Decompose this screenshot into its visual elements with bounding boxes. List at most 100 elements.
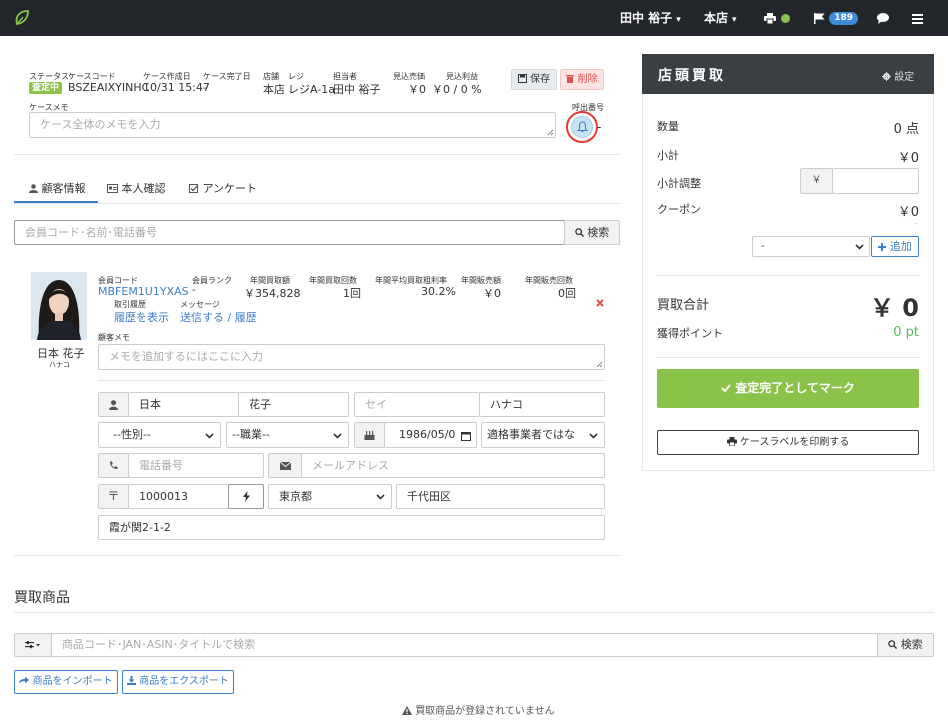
check-icon (721, 384, 731, 393)
item-search-button[interactable]: 検索 (877, 633, 934, 657)
message-links: 送信する / 履歴 (180, 311, 257, 324)
leaf-logo-icon[interactable] (14, 9, 30, 26)
hamburger-menu[interactable] (912, 0, 923, 36)
message-history-link[interactable]: 履歴 (235, 311, 257, 324)
subtotal-value: ￥0 (897, 151, 919, 166)
prefecture-select[interactable]: 東京都 (268, 484, 392, 509)
empty-items-message: 買取商品が登録されていません (402, 702, 555, 717)
item-filter-button[interactable] (14, 633, 52, 657)
coupon-value: ￥0 (897, 205, 919, 220)
save-button[interactable]: 保存 (511, 69, 557, 90)
divider (657, 357, 919, 358)
sidebar-title: 店頭買取 (658, 68, 726, 84)
call-bell-button[interactable] (571, 116, 593, 138)
sidebar-settings-button[interactable]: 設定 (882, 68, 914, 83)
menu-icon (912, 13, 923, 24)
annual-sales-count-value: 0回 (558, 287, 576, 300)
adjust-currency-addon: ￥ (800, 168, 833, 194)
tab-customer-info[interactable]: 顧客情報 (29, 180, 86, 196)
warning-icon (402, 706, 412, 715)
user-menu[interactable]: 田中 裕子 ▾ (620, 0, 681, 36)
store-menu[interactable]: 本店 ▾ (704, 0, 737, 36)
resize-handle-icon[interactable] (596, 361, 603, 368)
sliders-icon (25, 641, 40, 649)
last-name-input[interactable]: 日本 (128, 392, 239, 417)
case-completed-value: - (203, 81, 207, 94)
purchase-items-title: 買取商品 (14, 590, 70, 606)
first-kana-input[interactable]: ハナコ (479, 392, 605, 417)
chevron-down-icon (333, 433, 342, 439)
store-value: 本店 (263, 83, 285, 96)
check-square-icon (189, 184, 199, 193)
chevron-down-icon: ▾ (732, 15, 737, 25)
chevron-down-icon (855, 244, 864, 250)
status-dot (781, 14, 791, 23)
job-select[interactable]: --職業-- (226, 422, 349, 448)
points-label: 獲得ポイント (657, 327, 723, 340)
case-completed-label: ケース完了日 (203, 72, 251, 81)
coupon-select[interactable]: - (752, 236, 870, 257)
gear-icon (882, 72, 891, 81)
notification-badge: 189 (829, 12, 858, 25)
chevron-down-icon (205, 433, 214, 439)
phone-addon (98, 453, 129, 478)
customer-full-name: 日本 花子 (37, 347, 85, 360)
city-input[interactable]: 千代田区 (396, 484, 605, 509)
member-code-link[interactable]: MBFEM1U1YXAS (98, 285, 189, 298)
customer-search-button[interactable]: 検索 (564, 220, 620, 245)
total-label: 買取合計 (657, 298, 710, 313)
email-input[interactable]: メールアドレス (301, 453, 605, 478)
mark-complete-button[interactable]: 査定完了としてマーク (657, 369, 919, 408)
calendar-icon[interactable] (461, 431, 471, 441)
chat-icon (877, 13, 889, 24)
id-card-icon (107, 184, 118, 193)
search-icon (575, 228, 584, 237)
print-label-button[interactable]: ケースラベルを印刷する (657, 430, 919, 455)
chevron-down-icon (376, 494, 385, 500)
postal-lookup-button[interactable] (228, 484, 264, 509)
item-search-input[interactable]: 商品コード･JAN･ASIN･タイトルで検索 (51, 633, 878, 657)
message-send-link[interactable]: 送信する (180, 311, 224, 324)
trash-icon (566, 75, 575, 83)
chevron-down-icon (589, 433, 598, 439)
register-value: レジA-1a (288, 83, 335, 96)
tab-survey[interactable]: アンケート (189, 180, 257, 196)
tab-identity[interactable]: 本人確認 (107, 180, 166, 196)
phone-input[interactable]: 電話番号 (128, 453, 264, 478)
birthday-input[interactable]: 1986/05/0 (384, 422, 477, 448)
download-icon (127, 676, 137, 685)
qualified-invoice-select[interactable]: 適格事業者ではな (481, 422, 605, 448)
user-icon (29, 184, 38, 193)
qty-label: 数量 (657, 120, 679, 133)
delete-button[interactable]: 削除 (560, 69, 604, 90)
customer-memo-input[interactable]: メモを追加するにはここに入力 (98, 344, 605, 370)
postal-code-input[interactable]: 1000013 (128, 484, 229, 509)
subtotal-adjust-input[interactable] (832, 168, 919, 194)
member-rank-label: 会員ランク (192, 276, 232, 285)
gender-select[interactable]: --性別-- (98, 422, 221, 448)
customer-search-input[interactable]: 会員コード･名前･電話番号 (14, 220, 565, 245)
history-link[interactable]: 履歴を表示 (114, 309, 169, 325)
annual-buy-amount-value: ￥354,828 (244, 287, 301, 300)
last-kana-input[interactable]: セイ (354, 392, 480, 417)
remove-customer-icon[interactable] (596, 299, 604, 307)
address-input[interactable]: 霞が関2-1-2 (98, 515, 605, 540)
annual-margin-value: 30.2% (421, 285, 456, 298)
printer-status[interactable] (764, 0, 791, 36)
first-name-input[interactable]: 花子 (238, 392, 349, 417)
points-value: 0 pt (893, 325, 919, 340)
customer-avatar (31, 272, 87, 340)
import-items-button[interactable]: 商品をインポート (14, 670, 118, 694)
add-coupon-button[interactable]: 追加 (871, 236, 919, 257)
bolt-icon (242, 491, 250, 502)
case-code-value: BSZEAIXYINHC (68, 81, 150, 94)
notifications-menu[interactable]: 189 (814, 0, 858, 36)
customer-memo-label: 顧客メモ (98, 333, 130, 342)
case-memo-input[interactable]: ケース全体のメモを入力 (29, 112, 556, 138)
chat-button[interactable] (877, 0, 889, 36)
qty-value: 0 点 (893, 122, 919, 137)
name-addon (98, 392, 129, 417)
export-items-button[interactable]: 商品をエクスポート (122, 670, 234, 694)
birthday-addon (354, 422, 385, 448)
resize-handle-icon[interactable] (547, 129, 554, 136)
